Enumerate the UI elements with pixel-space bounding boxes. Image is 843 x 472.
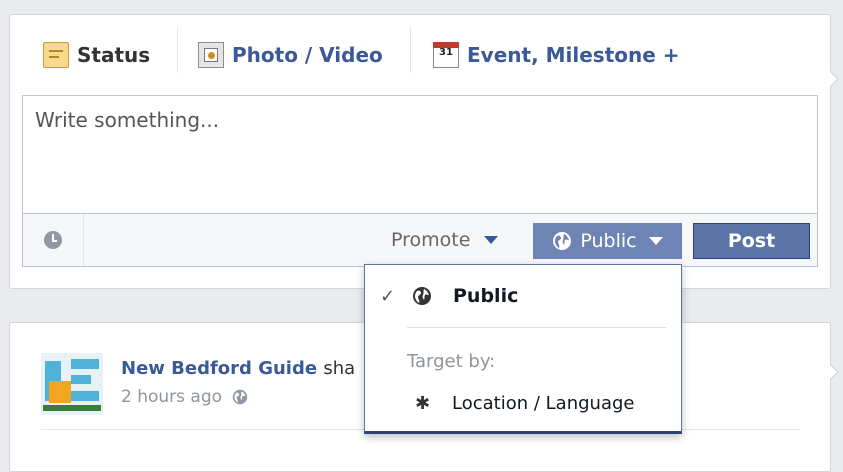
chevron-down-icon <box>648 237 663 245</box>
tab-event-milestone[interactable]: 31 Event, Milestone + <box>433 15 680 95</box>
page-name: New Bedford Guide <box>121 358 318 379</box>
card-arrow <box>829 363 839 381</box>
promote-button[interactable]: Promote <box>391 214 499 266</box>
menu-item-location-label: Location / Language <box>452 392 635 414</box>
chevron-down-icon <box>484 236 499 244</box>
target-by-heading: Target by: <box>407 351 496 372</box>
menu-item-location-language[interactable]: ✱ Location / Language <box>365 385 681 421</box>
status-textarea-box <box>22 95 818 213</box>
menu-item-public-label: Public <box>453 285 519 307</box>
tab-status-label: Status <box>77 43 151 67</box>
promote-label: Promote <box>391 229 471 251</box>
globe-icon <box>553 232 572 250</box>
composer-toolbar: Promote Public Post <box>22 213 818 267</box>
audience-selector-button[interactable]: Public <box>533 223 682 259</box>
globe-icon <box>232 389 248 405</box>
post-button[interactable]: Post <box>693 223 810 259</box>
composer-tabs: Status Photo / Video 31 Event, Milestone… <box>10 15 830 95</box>
menu-separator <box>407 327 666 328</box>
card-arrow <box>829 70 839 88</box>
timestamp-text[interactable]: 2 hours ago <box>121 387 222 407</box>
clock-icon <box>44 231 62 249</box>
tab-photo-label: Photo / Video <box>232 43 383 67</box>
audience-dropdown-menu: ✓ Public Target by: ✱ Location / Languag… <box>364 264 682 434</box>
page-avatar[interactable] <box>41 353 103 415</box>
gear-icon: ✱ <box>415 392 431 414</box>
audience-label: Public <box>580 230 637 252</box>
tab-separator <box>410 27 411 73</box>
schedule-button[interactable] <box>23 214 84 266</box>
calendar-icon: 31 <box>433 42 459 68</box>
check-icon: ✓ <box>380 285 396 307</box>
tab-separator <box>177 27 178 73</box>
story-action-text: sha <box>323 358 356 379</box>
globe-icon <box>413 287 431 305</box>
status-icon <box>43 42 69 68</box>
tab-photo-video[interactable]: Photo / Video <box>198 15 383 95</box>
page-name-link[interactable]: New Bedford Guide sha <box>121 358 355 379</box>
tab-status[interactable]: Status <box>43 15 150 95</box>
status-input[interactable] <box>23 96 817 213</box>
composer-card: Status Photo / Video 31 Event, Milestone… <box>9 14 839 289</box>
menu-item-public[interactable]: ✓ Public <box>365 278 681 314</box>
photo-icon <box>198 42 224 68</box>
story-timestamp: 2 hours ago <box>121 387 248 407</box>
tab-event-label: Event, Milestone + <box>467 43 680 67</box>
